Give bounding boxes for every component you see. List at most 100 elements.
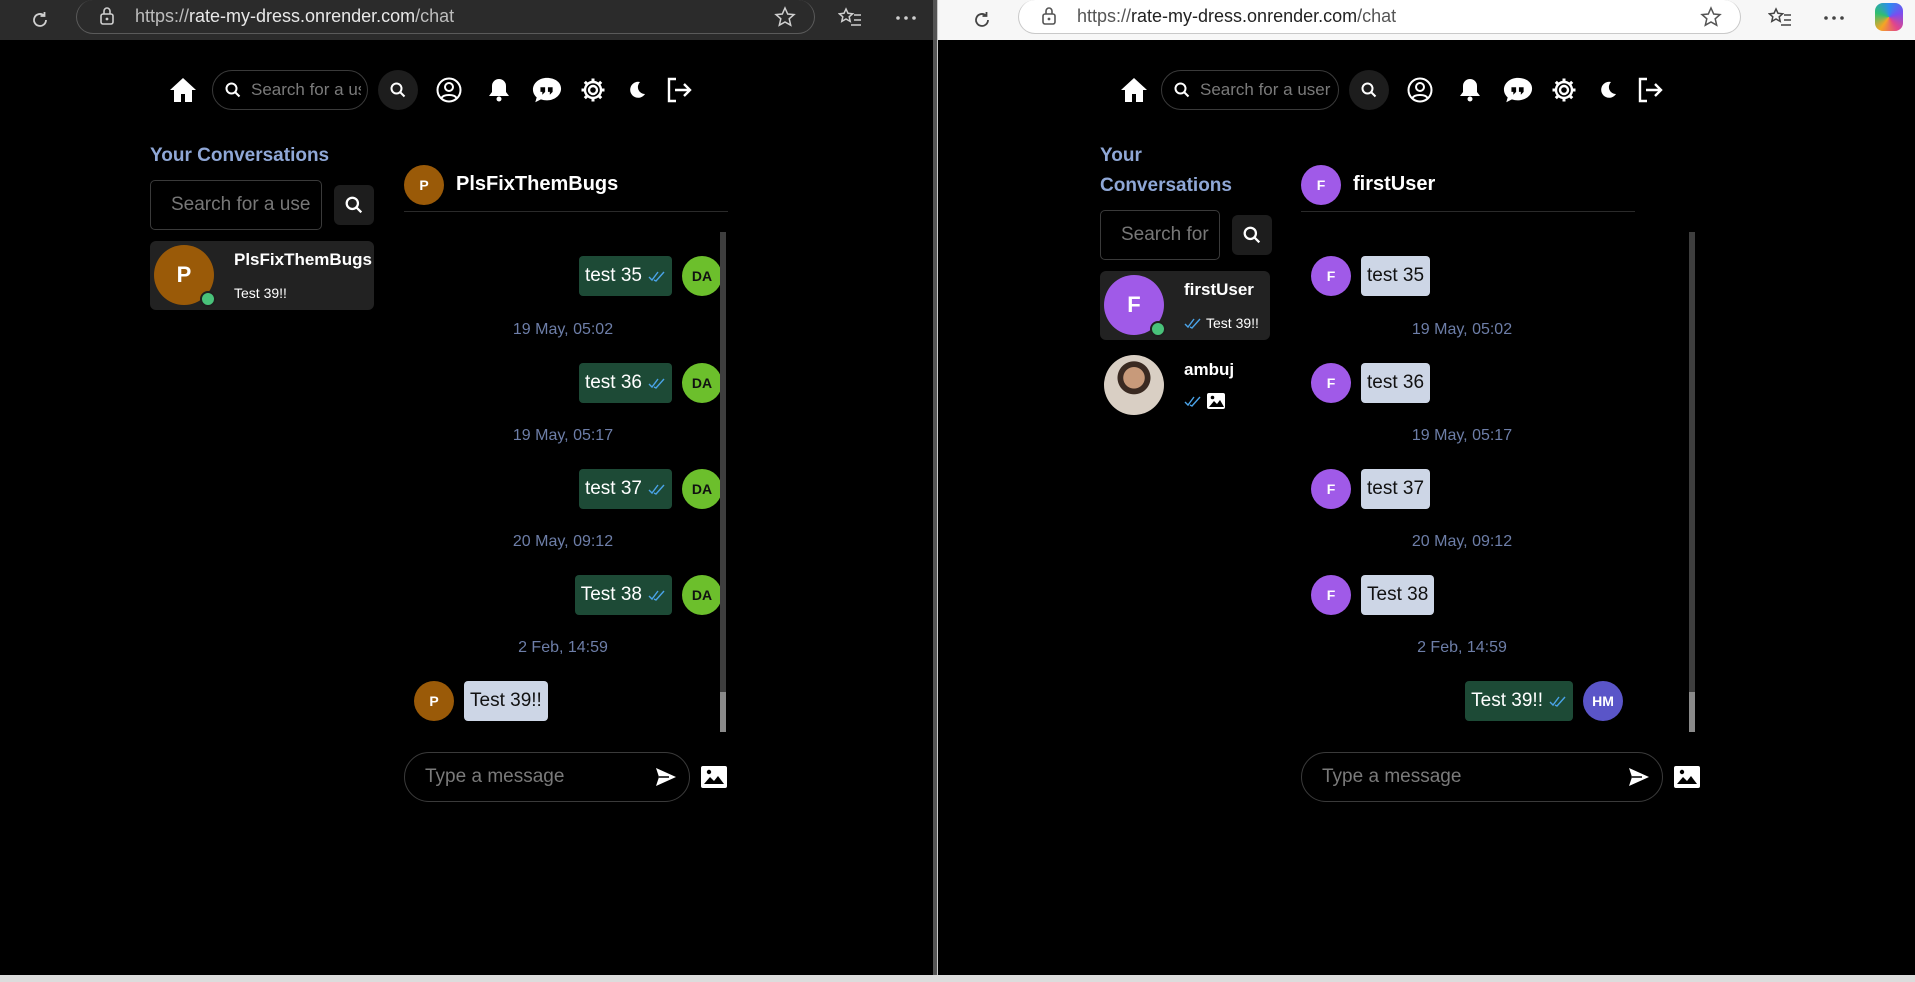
- scrollbar-thumb[interactable]: [1689, 692, 1695, 732]
- message-input-box[interactable]: [404, 752, 690, 802]
- top-nav: [168, 70, 694, 110]
- scrollbar[interactable]: [1689, 232, 1695, 732]
- read-receipt-icon: [648, 271, 665, 282]
- taskbar-edge: [0, 975, 1915, 982]
- chat-icon[interactable]: [1503, 75, 1533, 105]
- search-icon: [1174, 82, 1190, 98]
- chat-header: P PlsFixThemBugs: [404, 158, 728, 212]
- refresh-icon[interactable]: [30, 10, 50, 30]
- logout-icon[interactable]: [664, 75, 694, 105]
- conversation-search-button[interactable]: [1232, 215, 1272, 255]
- message-row: Test 39!! HM: [1301, 681, 1623, 721]
- message-input[interactable]: [1322, 766, 1612, 788]
- avatar: P: [154, 245, 216, 307]
- send-icon[interactable]: [655, 767, 677, 787]
- send-icon[interactable]: [1628, 767, 1650, 787]
- favorites-icon[interactable]: [838, 6, 862, 30]
- more-options-icon[interactable]: [1822, 6, 1846, 30]
- gear-icon[interactable]: [1549, 75, 1579, 105]
- chat-icon[interactable]: [532, 75, 562, 105]
- message-bubble: test 37: [1361, 469, 1431, 509]
- message-bubble: test 36: [578, 363, 672, 403]
- avatar: F: [1311, 575, 1351, 615]
- timestamp: 20 May, 09:12: [512, 533, 614, 550]
- message-bubble: test 35: [578, 256, 672, 296]
- conversation-search-button[interactable]: [334, 185, 374, 225]
- nav-search-input[interactable]: [1200, 80, 1332, 100]
- message-bubble: test 35: [1361, 256, 1431, 296]
- conversation-preview: [1184, 392, 1234, 410]
- conversation-item[interactable]: F firstUser Test 39!!: [1100, 271, 1270, 340]
- conversation-search-input[interactable]: [171, 194, 311, 216]
- home-icon[interactable]: [1119, 75, 1149, 105]
- nav-search-button[interactable]: [378, 70, 418, 110]
- read-receipt-icon: [1549, 696, 1566, 707]
- search-icon: [1361, 82, 1377, 98]
- moon-icon[interactable]: [1593, 75, 1623, 105]
- nav-search-input[interactable]: [251, 80, 361, 100]
- conversation-preview: Test 39!!: [1184, 315, 1259, 331]
- image-upload-icon[interactable]: [1673, 765, 1701, 789]
- message-row: test 35 DA: [404, 256, 722, 296]
- url-text: https://rate-my-dress.onrender.com/chat: [1077, 6, 1397, 26]
- sidebar-title-line: Conversations: [1100, 175, 1232, 196]
- message-list[interactable]: test 35 DA 19 May, 05:02 test 36 DA 19 M…: [404, 230, 722, 732]
- address-bar[interactable]: https://rate-my-dress.onrender.com/chat: [76, 0, 815, 34]
- browser-toolbar: https://rate-my-dress.onrender.com/chat: [938, 0, 1915, 40]
- conversation-search-field[interactable]: [1100, 210, 1220, 260]
- image-upload-icon[interactable]: [700, 765, 728, 789]
- address-bar[interactable]: https://rate-my-dress.onrender.com/chat: [1018, 0, 1741, 34]
- nav-search-field[interactable]: [212, 70, 368, 110]
- timestamp: 19 May, 05:02: [512, 321, 614, 338]
- message-row: Test 38 DA: [404, 575, 722, 615]
- lock-icon: [100, 7, 114, 25]
- message-bubble: test 36: [1361, 363, 1431, 403]
- timestamp: 2 Feb, 14:59: [1417, 639, 1507, 656]
- copilot-icon[interactable]: [1875, 3, 1903, 31]
- avatar: DA: [682, 575, 722, 615]
- conversation-name: ambuj: [1184, 360, 1235, 379]
- favorites-icon[interactable]: [1768, 6, 1792, 30]
- scrollbar[interactable]: [720, 232, 726, 732]
- conversation-name: firstUser: [1184, 280, 1254, 299]
- message-bubble: Test 39!!: [464, 681, 548, 721]
- nav-search-field[interactable]: [1161, 70, 1339, 110]
- gear-icon[interactable]: [578, 75, 608, 105]
- message-input[interactable]: [425, 766, 635, 788]
- more-options-icon[interactable]: [894, 6, 918, 30]
- home-icon[interactable]: [168, 75, 198, 105]
- moon-icon[interactable]: [622, 75, 652, 105]
- bell-icon[interactable]: [1455, 75, 1485, 105]
- message-bubble: Test 38: [574, 575, 672, 615]
- avatar: F: [1311, 363, 1351, 403]
- message-row: F test 35: [1301, 256, 1623, 296]
- conversation-item[interactable]: ambuj: [1100, 353, 1270, 422]
- avatar: F: [1311, 256, 1351, 296]
- logout-icon[interactable]: [1635, 75, 1665, 105]
- browser-window-left: https://rate-my-dress.onrender.com/chat …: [0, 0, 933, 975]
- read-receipt-icon: [648, 484, 665, 495]
- conversation-item[interactable]: P PlsFixThemBugs Test 39!!: [150, 241, 374, 310]
- sidebar-title: Your Conversations: [150, 145, 330, 166]
- bell-icon[interactable]: [484, 75, 514, 105]
- message-bubble: Test 38: [1361, 575, 1435, 615]
- chat-header-name: PlsFixThemBugs: [456, 173, 619, 195]
- conversation-search: [150, 180, 374, 230]
- scrollbar-thumb[interactable]: [720, 692, 726, 732]
- conversation-search-input[interactable]: [1121, 224, 1213, 246]
- nav-search-button[interactable]: [1349, 70, 1389, 110]
- lock-icon: [1042, 7, 1056, 25]
- profile-icon[interactable]: [1405, 75, 1435, 105]
- search-icon: [1243, 226, 1261, 244]
- chat-header: F firstUser: [1301, 158, 1635, 212]
- sidebar-title-line: Your: [1100, 145, 1142, 166]
- refresh-icon[interactable]: [972, 10, 992, 30]
- favorite-star-icon[interactable]: [774, 6, 796, 28]
- timestamp: 19 May, 05:02: [1411, 321, 1513, 338]
- message-list[interactable]: F test 35 19 May, 05:02 F test 36 19 May…: [1301, 230, 1623, 732]
- message-row: test 36 DA: [404, 363, 722, 403]
- profile-icon[interactable]: [434, 75, 464, 105]
- message-input-box[interactable]: [1301, 752, 1663, 802]
- conversation-search-field[interactable]: [150, 180, 322, 230]
- favorite-star-icon[interactable]: [1700, 6, 1722, 28]
